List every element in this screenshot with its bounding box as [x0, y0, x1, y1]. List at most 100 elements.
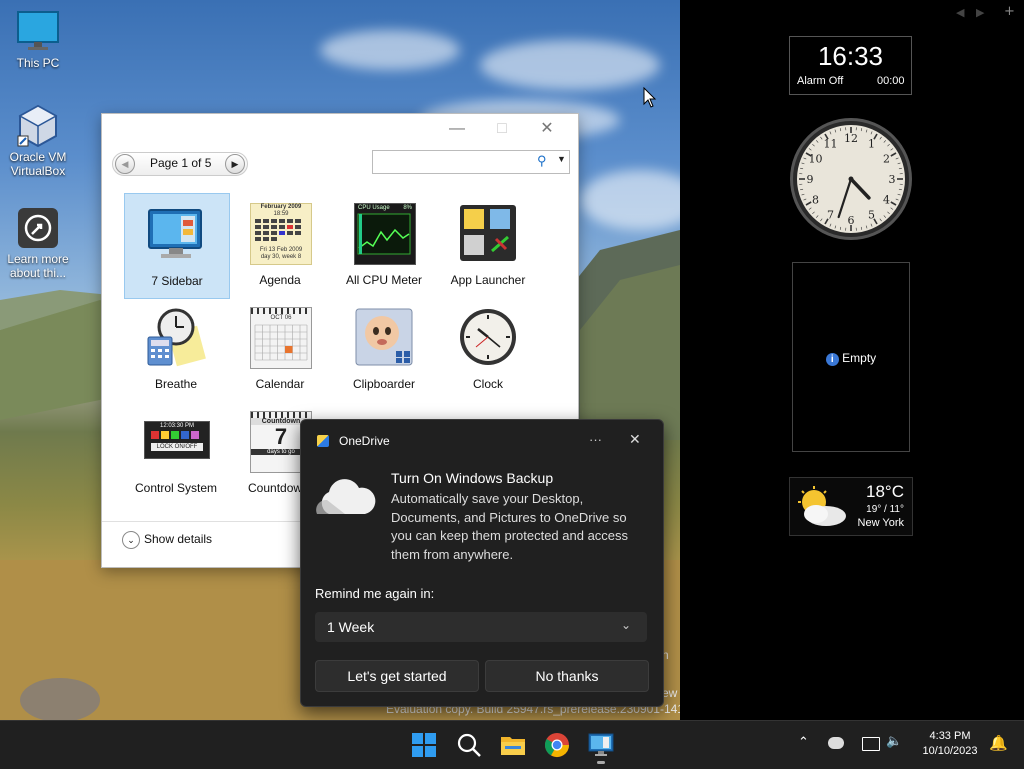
gadget-tile-calendar[interactable]: OCT 06 Calendar: [228, 297, 332, 401]
start-button[interactable]: [410, 731, 438, 759]
desktop-icon-virtualbox[interactable]: Oracle VM VirtualBox: [4, 104, 72, 178]
next-page-button[interactable]: ▶: [225, 154, 245, 174]
onedrive-small-icon: [317, 435, 329, 447]
agenda-time: 18:59: [251, 211, 311, 218]
gadget-search-input[interactable]: ⚲ ▼: [372, 150, 570, 174]
gadget-tile-all-cpu-meter[interactable]: CPU Usage 8% All CPU Meter: [332, 193, 436, 297]
file-explorer-icon: [499, 731, 527, 759]
watermark-text: ew: [662, 686, 677, 700]
toast-close-button[interactable]: ✕: [629, 431, 641, 448]
remind-dropdown[interactable]: 1 Week ⌄: [315, 612, 647, 642]
running-indicator: [597, 761, 605, 764]
monitor-icon: [16, 10, 60, 54]
no-thanks-button[interactable]: No thanks: [485, 660, 649, 692]
gadget-label: Agenda: [228, 273, 332, 287]
gadget-tile-clock[interactable]: Clock: [436, 297, 540, 401]
clock-numeral: 6: [848, 214, 855, 227]
gadget-label: Clipboarder: [332, 377, 436, 391]
control-buttons: [147, 430, 207, 440]
desktop-icon-this-pc[interactable]: This PC: [4, 10, 72, 70]
cpu-meter-gadget-icon: CPU Usage 8%: [354, 203, 416, 265]
close-button[interactable]: ✕: [532, 118, 562, 140]
gadget-tile-app-launcher[interactable]: App Launcher: [436, 193, 540, 297]
empty-label: Empty: [842, 351, 876, 365]
weather-sun-cloud-icon: [794, 486, 850, 528]
clock-numeral: 5: [868, 209, 875, 222]
info-icon: i: [826, 353, 839, 366]
search-icon[interactable]: ⚲: [537, 153, 547, 169]
search-dropdown-icon[interactable]: ▼: [557, 154, 566, 164]
clock-numeral: 3: [889, 173, 896, 186]
gadget-tile-control-system[interactable]: 12:03:30 PM LOCK ON/OFF Control System: [124, 401, 228, 505]
chevron-down-icon: ⌄: [621, 618, 631, 632]
chevron-down-icon: ⌄: [122, 531, 140, 549]
sidebar-prev-icon[interactable]: ◀: [956, 6, 964, 19]
gadget-label: 7 Sidebar: [125, 274, 229, 288]
taskbar-clock[interactable]: 4:33 PM 10/10/2023: [912, 729, 988, 759]
analog-clock-gadget[interactable]: 123456789101112: [788, 116, 914, 242]
gadget-label: Clock: [436, 377, 540, 391]
toast-body: Automatically save your Desktop, Documen…: [391, 490, 651, 564]
taskbar: ⌃ 🔈 4:33 PM 10/10/2023 🔔: [0, 720, 1024, 769]
clock-numeral: 9: [807, 173, 814, 186]
toast-app-name: OneDrive: [339, 434, 390, 448]
empty-gadget-slot[interactable]: i Empty: [792, 262, 910, 452]
clock-numeral: 8: [812, 194, 819, 207]
clock-gadget-icon: [458, 307, 518, 367]
digital-clock-time: 16:33: [790, 41, 911, 72]
show-details-toggle[interactable]: ⌄ Show details: [122, 531, 212, 549]
alarm-time: 00:00: [877, 75, 905, 87]
sidebar-app-icon: [587, 731, 615, 759]
more-options-button[interactable]: ···: [589, 432, 602, 447]
desktop-icon-learn-more[interactable]: Learn more about thi...: [4, 206, 72, 280]
clock-numeral: 4: [883, 194, 890, 207]
calendar-month: OCT 06: [251, 314, 311, 323]
sidebar-add-icon[interactable]: +: [1004, 4, 1015, 19]
weather-city: New York: [858, 517, 904, 529]
onedrive-tray-icon[interactable]: [828, 737, 844, 749]
control-system-gadget-icon: 12:03:30 PM LOCK ON/OFF: [144, 421, 210, 459]
weather-gadget[interactable]: 18°C 19° / 11° New York: [789, 477, 913, 536]
control-time: 12:03:30 PM: [145, 422, 209, 430]
gadget-tile-clipboarder[interactable]: Clipboarder: [332, 297, 436, 401]
weather-range: 19° / 11°: [866, 504, 904, 515]
gadget-tile-agenda[interactable]: February 2009 18:59 Fri 13 Feb 2009 day …: [228, 193, 332, 297]
desktop-icon-label: Oracle VM VirtualBox: [10, 150, 67, 178]
taskbar-search-button[interactable]: [455, 731, 483, 759]
lets-get-started-button[interactable]: Let's get started: [315, 660, 479, 692]
agenda-sub: day 30, week 8: [251, 254, 311, 261]
control-lock-label: LOCK ON/OFF: [151, 443, 203, 451]
show-details-label: Show details: [144, 532, 212, 546]
gadget-tile-breathe[interactable]: Breathe: [124, 297, 228, 401]
network-icon[interactable]: [862, 737, 880, 751]
cpu-graph: [355, 212, 413, 256]
weather-temp: 18°C: [866, 482, 904, 502]
chrome-button[interactable]: [543, 731, 571, 759]
taskbar-time: 4:33 PM: [912, 729, 988, 744]
agenda-month: February 2009: [251, 204, 311, 211]
breathe-gadget-icon: [146, 307, 206, 367]
minimize-button[interactable]: —: [442, 118, 472, 140]
start-icon: [410, 731, 438, 759]
previous-page-button[interactable]: ◀: [115, 154, 135, 174]
toast-title: Turn On Windows Backup: [391, 470, 553, 486]
gadget-search-field[interactable]: [377, 153, 531, 173]
clipboarder-gadget-icon: [354, 307, 414, 367]
gadget-label: App Launcher: [436, 273, 540, 287]
sidebar-next-icon[interactable]: ▶: [976, 6, 984, 19]
gadget-label: Breathe: [124, 377, 228, 391]
learn-more-icon: [16, 206, 60, 250]
volume-muted-icon[interactable]: 🔈: [886, 734, 902, 749]
sidebar-app-button[interactable]: [587, 731, 615, 759]
desktop-icon-label: This PC: [17, 56, 60, 70]
clock-numeral: 2: [883, 153, 890, 166]
taskbar-date: 10/10/2023: [912, 744, 988, 759]
clock-numeral: 12: [844, 132, 858, 145]
digital-clock-gadget[interactable]: 16:33 Alarm Off 00:00: [789, 36, 912, 95]
maximize-button[interactable]: □: [487, 118, 517, 140]
clock-numeral: 11: [824, 137, 838, 150]
show-hidden-icons-button[interactable]: ⌃: [798, 735, 809, 750]
file-explorer-button[interactable]: [499, 731, 527, 759]
gadget-tile-7-sidebar[interactable]: 7 Sidebar: [124, 193, 230, 299]
notification-bell-icon[interactable]: 🔔: [989, 734, 1008, 752]
